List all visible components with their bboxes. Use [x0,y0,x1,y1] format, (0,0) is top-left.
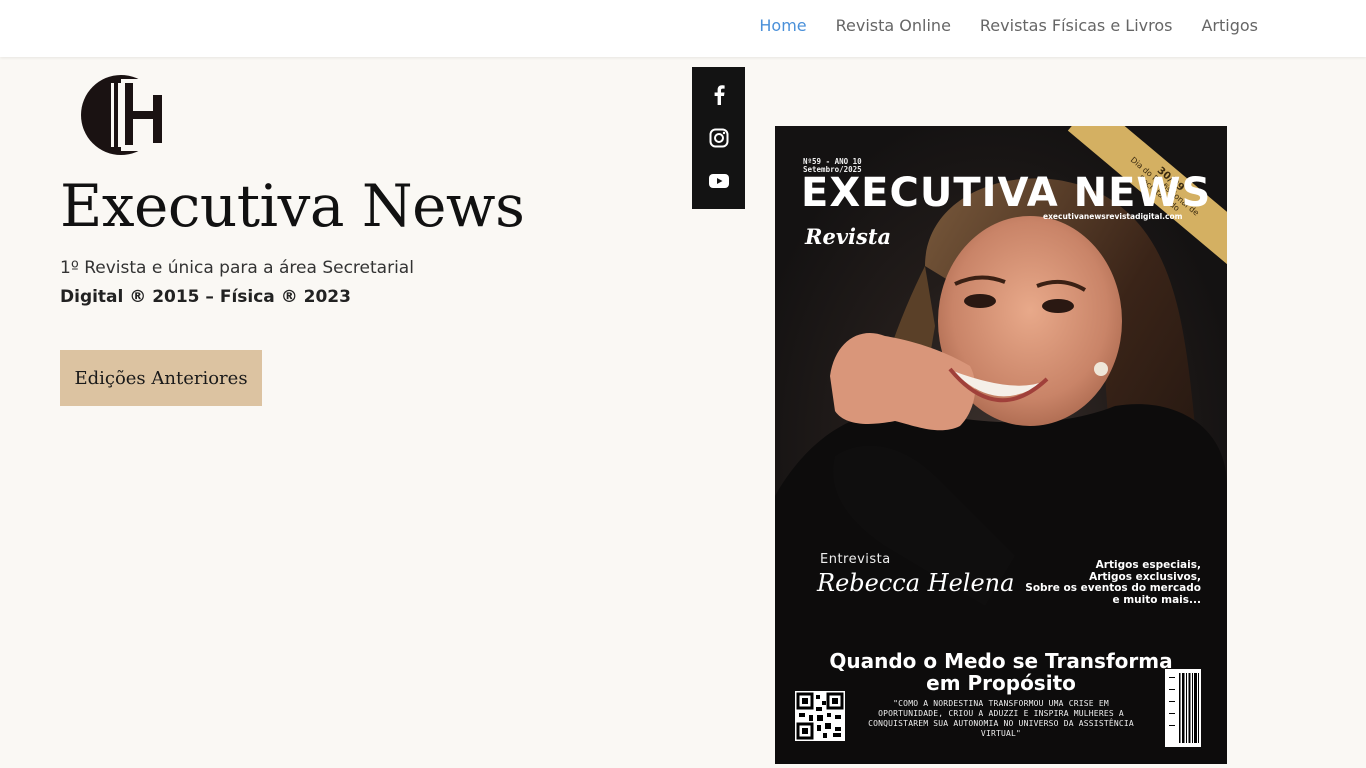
nav-revistas-fisicas[interactable]: Revistas Físicas e Livros [980,16,1173,36]
cover-entrevista-label: Entrevista [820,552,891,567]
cover-headline: Quando o Medo se Transforma em Propósito [775,650,1227,694]
executiva-news-logo-icon[interactable] [81,73,165,157]
cover-title: EXECUTIVA NEWS [801,170,1212,216]
site-years: Digital ® 2015 – Física ® 2023 [60,287,351,307]
cover-revista-label: Revista [805,224,892,249]
nav-home[interactable]: Home [759,16,806,36]
previous-editions-button[interactable]: Edições Anteriores [60,350,262,406]
cover-quote: "COMO A NORDESTINA TRANSFORMOU UMA CRISE… [868,699,1134,738]
top-navigation-bar: Home Revista Online Revistas Físicas e L… [0,0,1366,57]
social-bar [692,67,745,209]
site-title: Executiva News [60,172,525,240]
instagram-icon[interactable] [708,127,730,149]
facebook-icon[interactable] [708,84,730,106]
main-nav: Home Revista Online Revistas Físicas e L… [759,16,1258,36]
cover-artigos-line: Sobre os eventos do mercado [1025,582,1201,594]
magazine-cover[interactable]: 30/09 Dia do Profissional de Secretariad… [775,126,1227,764]
barcode-icon [1165,669,1201,747]
site-tagline: 1º Revista e única para a área Secretari… [60,258,414,278]
cover-url: executivanewsrevistadigital.com [1043,212,1183,221]
cover-headline-line1: Quando o Medo se Transforma [829,649,1173,673]
cover-interviewee-name: Rebecca Helena [817,569,1015,597]
youtube-icon[interactable] [708,170,730,192]
nav-revista-online[interactable]: Revista Online [836,16,951,36]
nav-artigos[interactable]: Artigos [1201,16,1258,36]
cover-artigos-list: Artigos especiais, Artigos exclusivos, S… [1001,559,1201,606]
qr-code-icon [795,691,845,741]
cover-artigos-line: Artigos especiais, [1095,559,1201,571]
cover-artigos-line: e muito mais... [1112,593,1201,606]
